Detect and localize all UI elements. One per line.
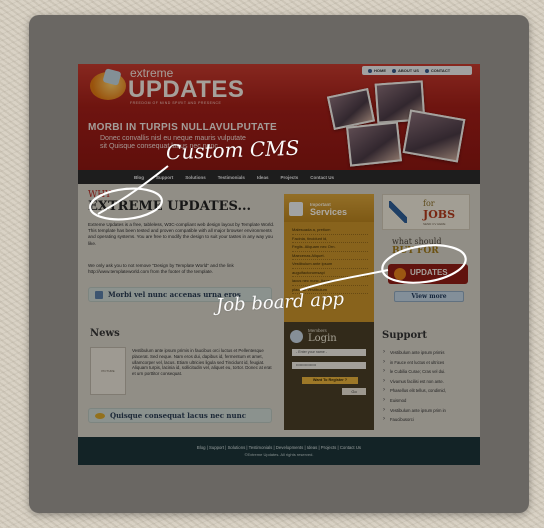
services-item[interactable]: Facinia, tincidunt id, [292,235,368,243]
home-icon [368,68,372,73]
register-button[interactable]: Want To Register ? [302,377,358,384]
support-item[interactable]: Euismod [382,396,474,406]
header-photos [318,80,478,174]
support-item[interactable]: Vestibulum ante ipsum prim in [382,406,474,416]
footer-copyright: ©Extreme Updates. All rights reserved. [244,452,314,457]
buy-for-text: BUY FOR [392,246,439,256]
support-item[interactable]: le Cubilia Curae; Cras vel dui. [382,367,474,377]
what-should-text: what should [392,237,442,246]
jobs-for-text: for [423,199,435,208]
services-item[interactable]: Fegiis. Aliquam nec Orn. [292,243,368,252]
document-icon [95,290,103,299]
jobs-subtext: SEND CV HERE [423,222,446,226]
page-title: EXTREME UPDATES... [88,199,252,214]
nav-testimonials[interactable]: Testimonials [218,175,245,180]
user-icon [290,330,303,343]
footer: Blog | Support | Solutions | Testimonial… [78,437,480,465]
view-more-button[interactable]: View more [394,291,464,302]
services-item[interactable]: Vestibulum ante ipsum [292,260,368,269]
services-item[interactable]: Maecenas Aliquet. [292,252,368,260]
photo-4 [346,121,402,167]
promo-bar-2[interactable]: Quisque consequat lacus nec nunc [88,408,272,423]
support-list: Vestibulum ante ipsum primis in Fauce en… [382,348,474,425]
news-text: Vestibulum ante ipsum primis in faucibus… [132,348,272,377]
support-item[interactable]: Faucibusorci [382,415,474,425]
jobs-text: JOBS [423,208,456,221]
header-headline: MORBI IN TURPIS NULLAVULPUTATE [88,122,277,133]
logo-big-text: UPDATES [128,76,245,103]
intro-text: Extreme Updates is a free, tableless, W3… [88,222,275,246]
website-mockup: extreme UPDATES FREEDOM OF MIND SPIRIT A… [78,64,480,465]
nav-blog[interactable]: Blog [134,175,144,180]
news-image-label: PICTURE [101,369,115,373]
about-icon [392,68,396,73]
services-item[interactable]: lacus nec nunc. Aenean [292,277,368,286]
updates-badge[interactable]: UPDATES [388,264,468,284]
top-nav-about[interactable]: ABOUT US [392,68,419,73]
top-nav: HOME ABOUT US CONTACT [362,66,472,75]
footer-links[interactable]: Blog | Support | Solutions | Testimonial… [78,445,480,450]
jobs-banner[interactable]: for JOBS SEND CV HERE [382,194,470,230]
annotation-custom-cms: Custom CMS [165,135,300,165]
services-list: Malesuada a, pretium Facinia, tincidunt … [292,226,368,294]
services-item[interactable]: Malesuada a, pretium [292,226,368,235]
promo-bar-2-label: Quisque consequat lacus nec nunc [110,411,246,420]
nav-solutions[interactable]: Solutions [185,175,206,180]
password-field[interactable]: •••••••••••••••• [292,362,366,369]
badge-logo-icon [394,268,406,280]
bullet-icon [95,412,105,419]
login-heading: Login [308,333,337,344]
news-image: PICTURE [90,347,126,395]
contact-icon [424,68,429,73]
logo-tagline: FREEDOM OF MIND SPIRIT AND PRESENCE [130,101,222,105]
services-heading: Services [310,207,348,217]
news-heading: News [90,328,120,339]
credit-text: We only ask you to not remove "Design by… [88,263,234,275]
main-nav: Blog Support Solutions Testimonials Idea… [78,170,480,184]
login-panel: Members Login - Enter your name - ••••••… [284,322,374,430]
support-item[interactable]: Phasellus elit tellus, condimid, [382,386,474,396]
top-nav-contact[interactable]: CONTACT [424,68,450,73]
top-nav-home[interactable]: HOME [368,68,386,73]
username-field[interactable]: - Enter your name - [292,349,366,356]
badge-text: UPDATES [410,268,448,277]
nav-projects[interactable]: Projects [280,175,298,180]
support-item[interactable]: in Fauce ent luctus et ultrices [382,358,474,368]
services-item[interactable]: auguifactorumsapi [292,269,368,277]
nav-support[interactable]: Support [156,175,173,180]
photo-3 [402,109,466,163]
support-item[interactable]: Vivamus facilisi est non ante. [382,377,474,387]
nav-contact-us[interactable]: Contact Us [310,175,334,180]
support-heading: Support [382,330,428,341]
logo-icon [90,72,126,100]
support-item[interactable]: Vestibulum ante ipsum primis [382,348,474,358]
go-button[interactable]: Go [342,388,366,395]
pen-icon [389,201,407,223]
nav-ideas[interactable]: Ideas [257,175,269,180]
services-icon [289,202,303,216]
